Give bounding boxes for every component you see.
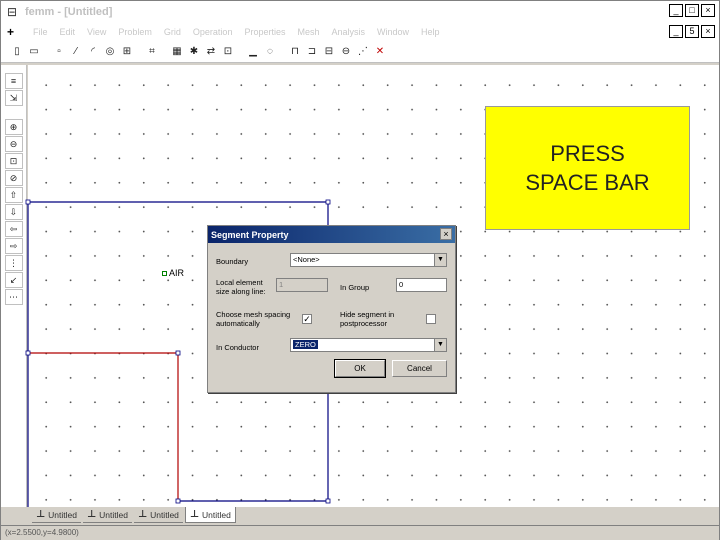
document-icon: ⊥ xyxy=(189,509,200,520)
chevron-down-icon[interactable]: ▼ xyxy=(434,339,446,351)
element-size-label-1: Local element xyxy=(216,278,263,287)
node xyxy=(325,498,331,504)
in-group-label: In Group xyxy=(340,283,370,292)
conductor-value: ZERO xyxy=(293,340,318,349)
boundary-label: Boundary xyxy=(216,257,249,266)
application-window: ⊟ femm - [Untitled] _ □ × + File Edit Vi… xyxy=(0,0,720,540)
conductor-label: In Conductor xyxy=(216,343,259,352)
node xyxy=(25,350,31,356)
cancel-button[interactable]: Cancel xyxy=(392,360,447,377)
ok-button[interactable]: OK xyxy=(334,359,386,378)
element-size-label-2: size along line: xyxy=(216,287,266,296)
document-tab[interactable]: ⊥ Untitled xyxy=(82,507,132,523)
element-size-input[interactable]: 1 xyxy=(276,278,328,292)
auto-mesh-label-1: Choose mesh spacing xyxy=(216,310,291,319)
tab-label: Untitled xyxy=(202,509,231,520)
inner-region xyxy=(28,352,179,501)
document-icon: ⊥ xyxy=(86,509,97,520)
document-tab[interactable]: ⊥ Untitled xyxy=(32,507,81,523)
hide-segment-checkbox[interactable] xyxy=(426,314,436,324)
chevron-down-icon[interactable]: ▼ xyxy=(434,254,446,266)
auto-mesh-checkbox[interactable]: ✓ xyxy=(302,314,312,324)
tab-label: Untitled xyxy=(99,509,128,520)
node xyxy=(25,199,31,205)
node xyxy=(325,199,331,205)
document-tabs: ⊥ Untitled ⊥ Untitled ⊥ Untitled ⊥ Untit… xyxy=(28,507,719,525)
segment-property-dialog: Segment Property × Boundary <None> ▼ Loc… xyxy=(207,225,456,393)
document-tab[interactable]: ⊥ Untitled xyxy=(133,507,183,523)
status-bar: (x=2.5500,y=4.9800) xyxy=(1,525,719,540)
hide-segment-label-1: Hide segment in xyxy=(340,310,395,319)
in-group-input[interactable]: 0 xyxy=(396,278,447,292)
document-tab-active[interactable]: ⊥ Untitled xyxy=(184,507,236,523)
document-icon: ⊥ xyxy=(137,509,148,520)
block-label-air: AIR xyxy=(169,268,185,278)
press-space-bar-notice: PRESS SPACE BAR xyxy=(485,106,690,230)
tab-label: Untitled xyxy=(48,509,77,520)
boundary-select[interactable]: <None> ▼ xyxy=(290,253,447,267)
hide-segment-label-2: postprocessor xyxy=(340,319,388,328)
document-icon: ⊥ xyxy=(36,509,46,520)
dialog-title-bar: Segment Property xyxy=(208,226,455,243)
dialog-title: Segment Property xyxy=(211,229,289,240)
tab-label: Untitled xyxy=(150,509,179,520)
dialog-close-button[interactable]: × xyxy=(440,228,452,240)
notice-line-1: PRESS xyxy=(550,141,625,166)
boundary-value: <None> xyxy=(293,255,320,264)
block-label-marker[interactable] xyxy=(162,271,167,276)
conductor-select[interactable]: ZERO ▼ xyxy=(290,338,447,352)
node xyxy=(175,350,181,356)
status-coordinates: (x=2.5500,y=4.9800) xyxy=(5,528,79,537)
node xyxy=(175,498,181,504)
auto-mesh-label-2: automatically xyxy=(216,319,260,328)
notice-line-2: SPACE BAR xyxy=(525,170,650,195)
